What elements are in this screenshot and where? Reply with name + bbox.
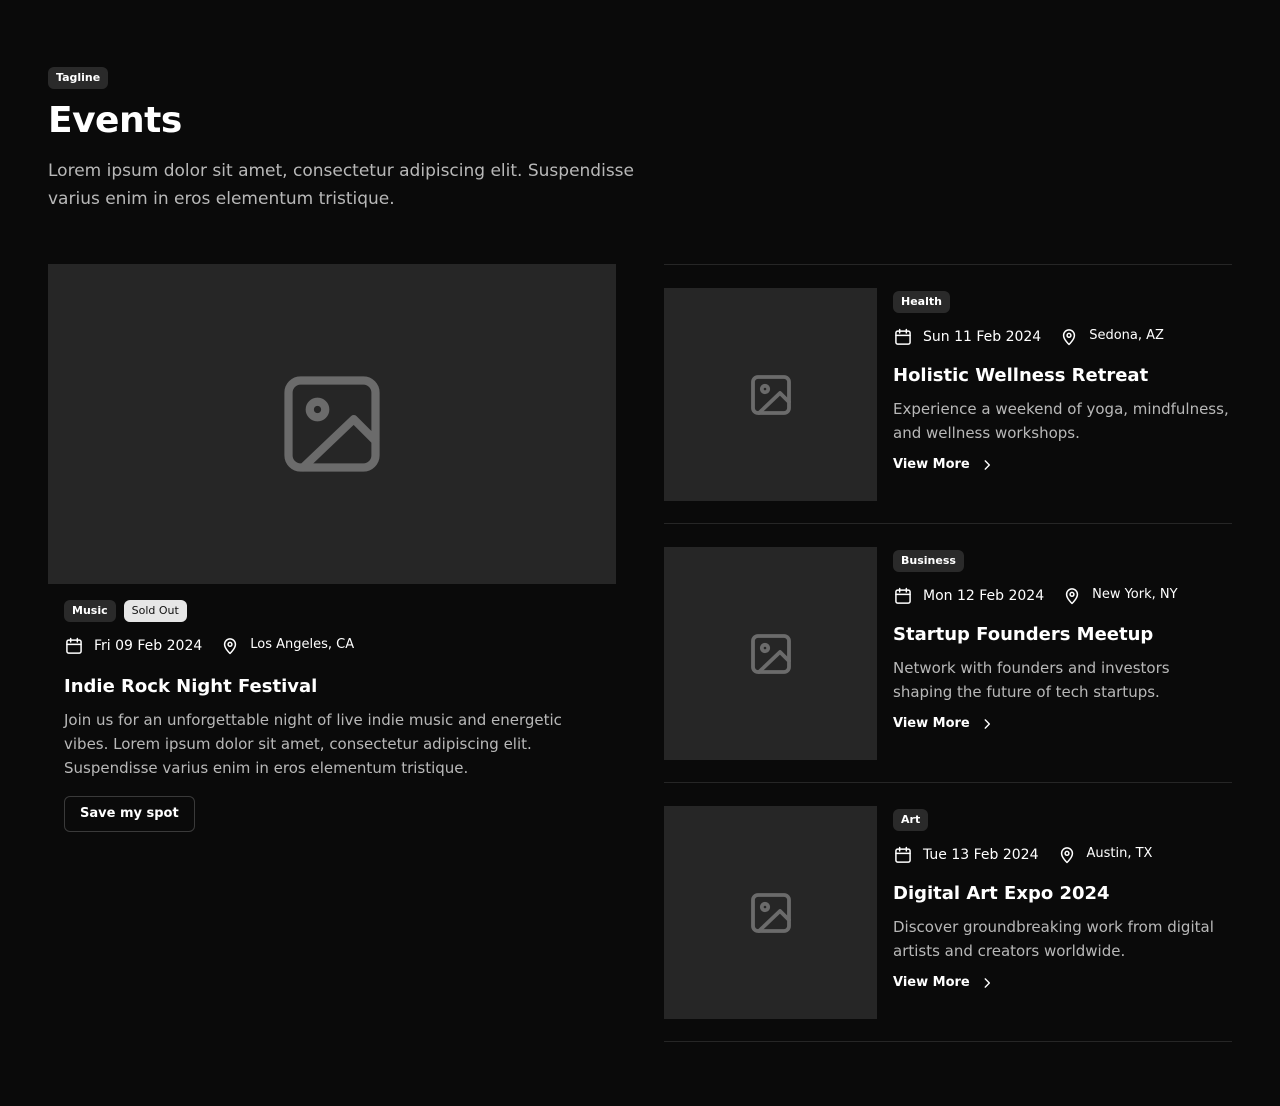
calendar-icon [66,637,82,654]
view-more-label: View More [893,716,970,731]
calendar-icon [895,587,911,604]
event-meta: Tue 13 Feb 2024 Austin, TX [893,845,1232,865]
view-more-label: View More [893,975,970,990]
event-location: Austin, TX [1086,845,1153,861]
chevron-right-icon [984,459,990,470]
section-header: Tagline Events Lorem ipsum dolor sit ame… [48,66,1232,213]
list-item: Art Tue 13 Feb 2024 Austin, TX Digital A… [664,783,1232,1042]
image-placeholder-icon [750,892,791,933]
image-placeholder-icon [750,633,791,674]
event-image [664,806,877,1019]
image-placeholder-icon [284,376,380,472]
event-title: Startup Founders Meetup [893,624,1154,645]
calendar-icon [895,846,911,863]
save-my-spot-button[interactable]: Save my spot [64,796,195,832]
event-title: Indie Rock Night Festival [64,676,318,697]
calendar-icon [895,328,911,345]
featured-event-image [48,264,616,584]
list-item: Business Mon 12 Feb 2024 New York, NY St… [664,524,1232,783]
event-description: Experience a weekend of yoga, mindfulnes… [893,400,1229,442]
event-location: Los Angeles, CA [250,636,355,652]
chevron-right-icon [984,718,990,729]
events-content: Music Sold Out Fri 09 Feb 2024 Los Angel… [48,264,1232,1064]
events-section: Tagline Events Lorem ipsum dolor sit ame… [0,0,1280,1106]
event-title: Digital Art Expo 2024 [893,883,1110,904]
view-more-link[interactable]: View More [893,457,1232,472]
section-description: Lorem ipsum dolor sit amet, consectetur … [48,161,634,209]
event-description: Network with founders and investors shap… [893,659,1170,701]
event-date: Fri 09 Feb 2024 [94,638,203,654]
image-placeholder-icon [750,374,791,415]
event-location: New York, NY [1092,586,1178,602]
list-item: Health Sun 11 Feb 2024 Sedona, AZ Holist… [664,265,1232,524]
view-more-link[interactable]: View More [893,716,1232,731]
event-location: Sedona, AZ [1089,327,1164,343]
event-description: Discover groundbreaking work from digita… [893,918,1214,960]
event-date: Mon 12 Feb 2024 [923,588,1045,604]
event-image [664,547,877,760]
category-badge: Art [893,809,929,831]
page-title: Events [48,100,182,141]
event-date: Tue 13 Feb 2024 [923,847,1039,863]
event-meta: Sun 11 Feb 2024 Sedona, AZ [893,327,1232,347]
view-more-label: View More [893,457,970,472]
map-pin-icon [1060,847,1073,864]
category-badge: Music [64,600,116,622]
tagline-badge: Tagline [48,67,109,89]
event-image [664,288,877,501]
event-meta: Fri 09 Feb 2024 Los Angeles, CA [64,636,600,656]
event-description: Join us for an unforgettable night of li… [64,711,562,777]
map-pin-icon [1065,588,1079,605]
featured-event-card: Music Sold Out Fri 09 Feb 2024 Los Angel… [48,264,616,832]
category-badge: Health [893,291,950,313]
chevron-right-icon [984,977,990,988]
event-meta: Mon 12 Feb 2024 New York, NY [893,586,1232,606]
event-title: Holistic Wellness Retreat [893,365,1149,386]
sold-out-badge: Sold Out [123,600,187,622]
map-pin-icon [1063,329,1076,346]
view-more-link[interactable]: View More [893,975,1232,990]
category-badge: Business [893,550,964,572]
event-list: Health Sun 11 Feb 2024 Sedona, AZ Holist… [664,264,1232,1042]
event-date: Sun 11 Feb 2024 [923,329,1042,345]
map-pin-icon [224,638,237,655]
